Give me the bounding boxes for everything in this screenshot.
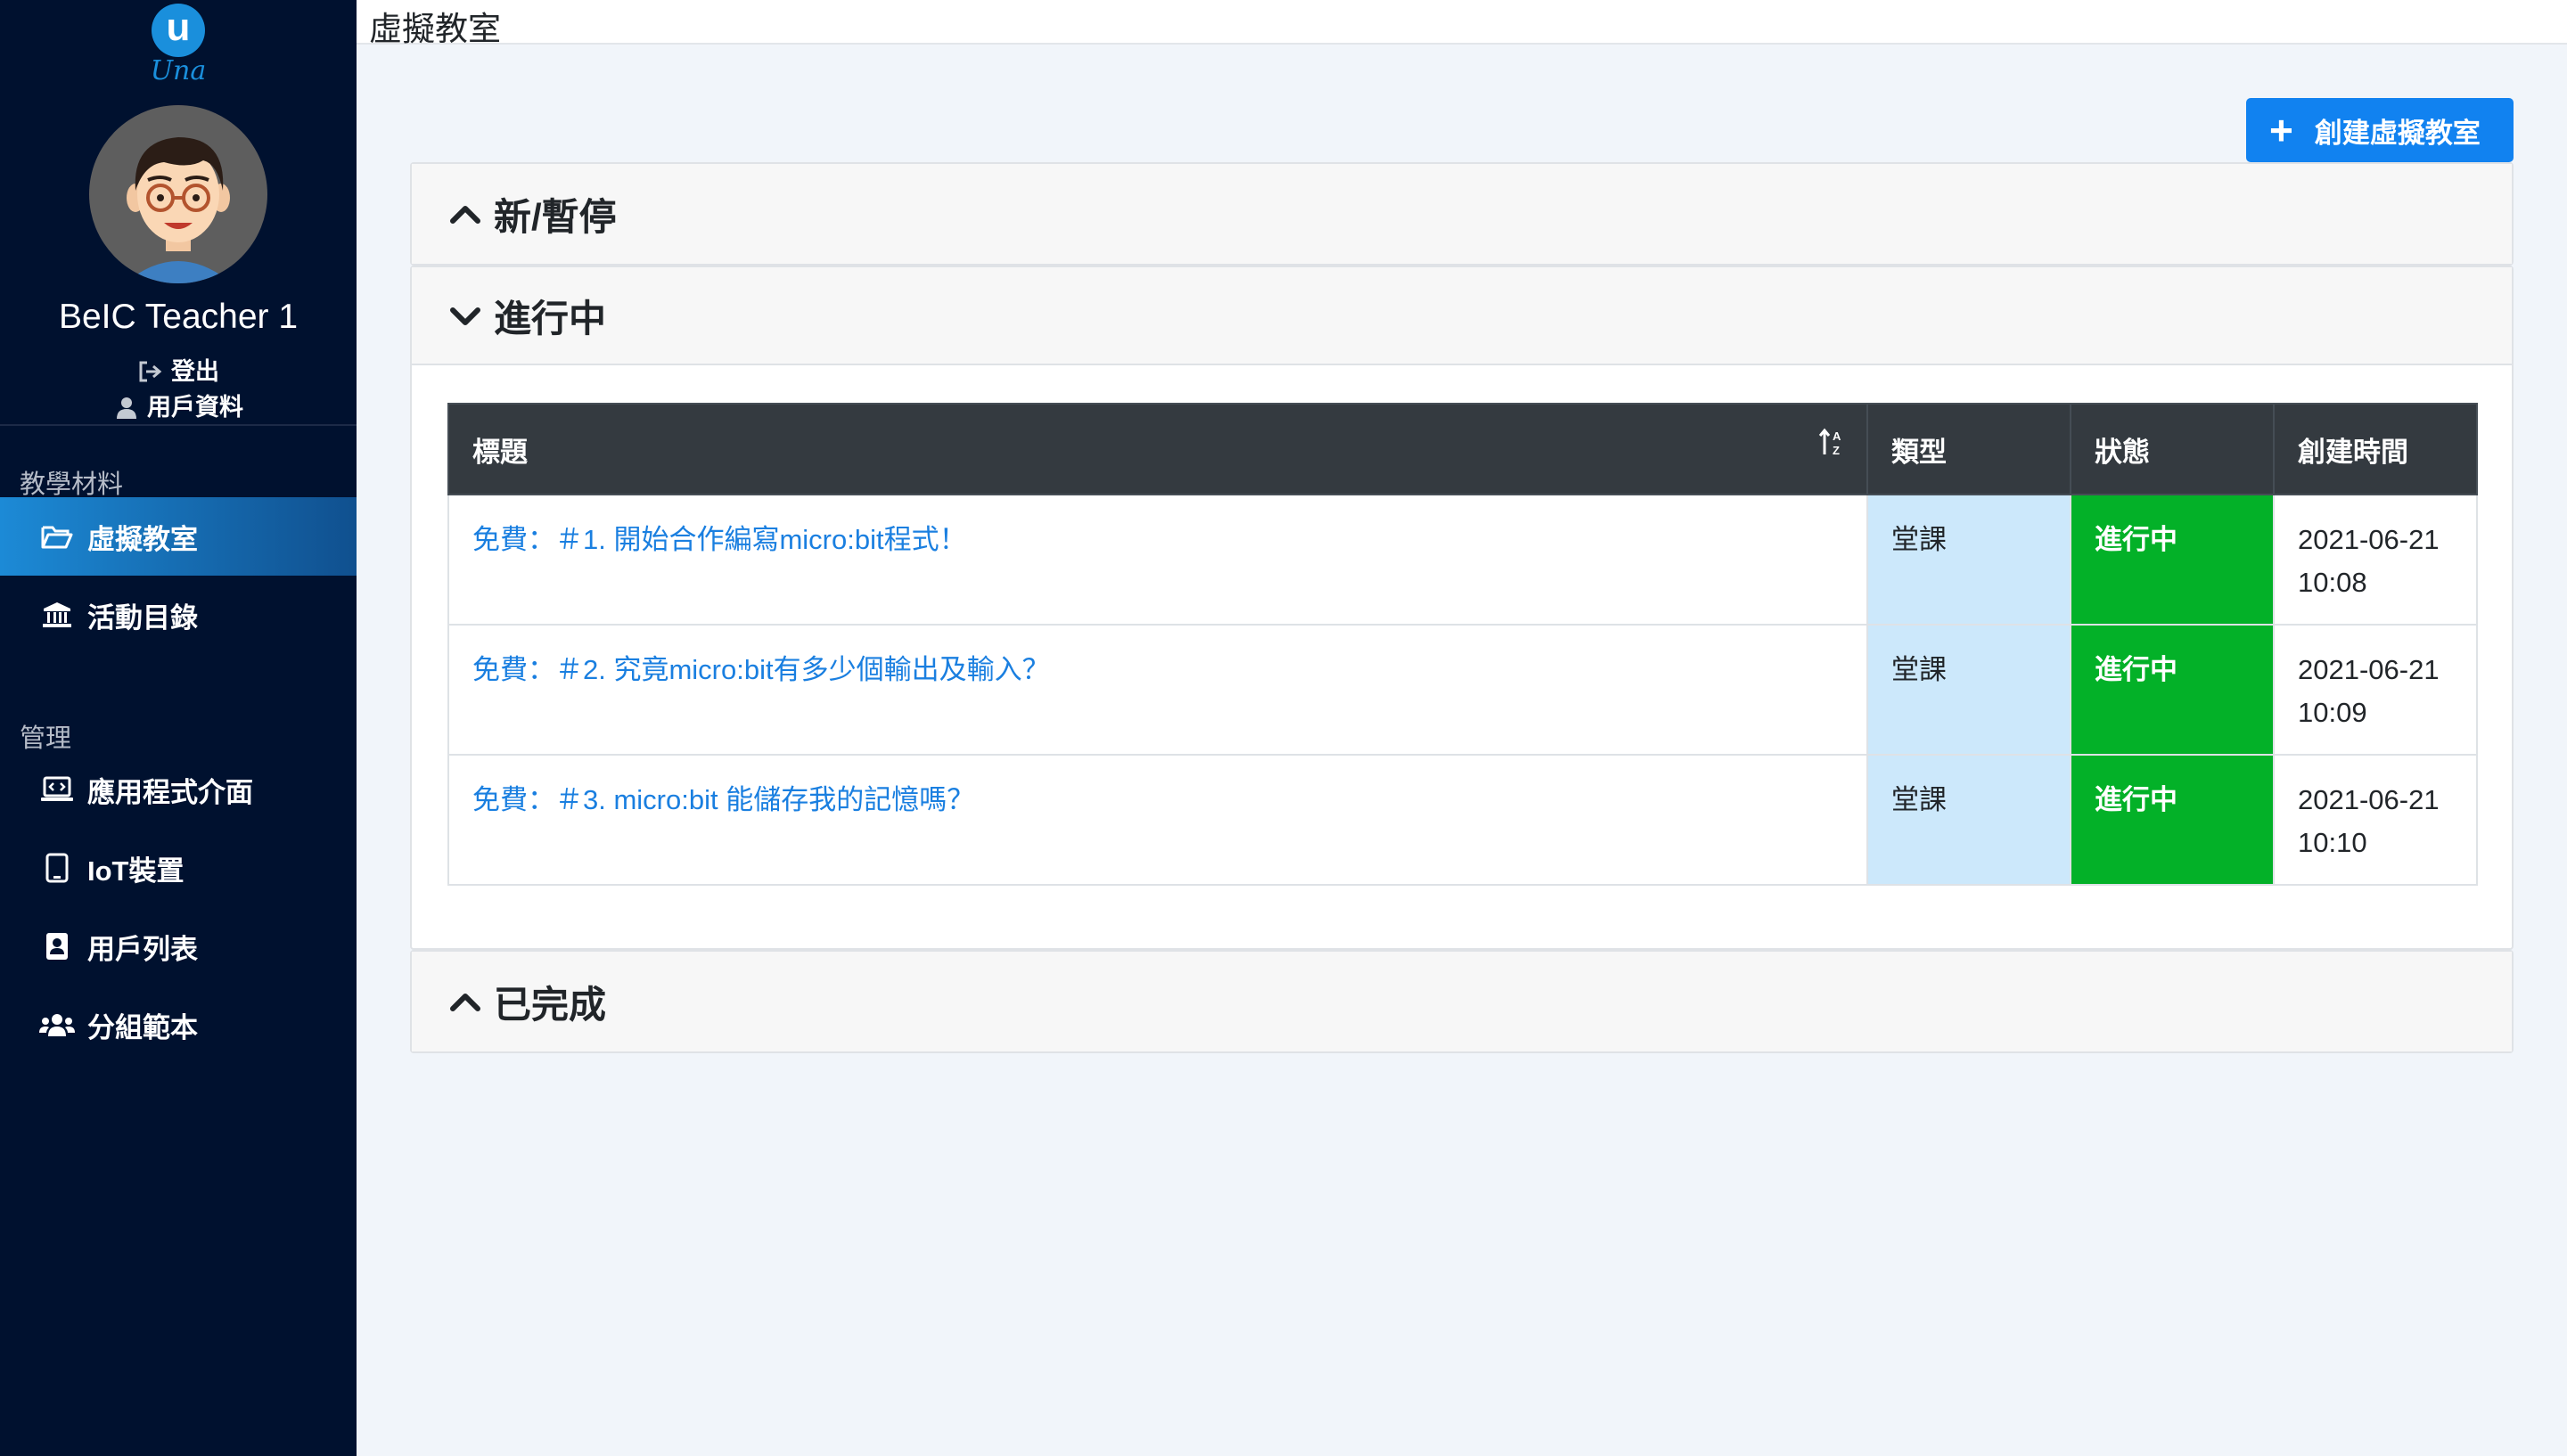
sidebar-item-iot-devices[interactable]: IoT裝置 <box>0 829 357 907</box>
chevron-down-icon <box>450 307 480 325</box>
classroom-table-wrapper: 標題 A Z 類型 狀態 創建時間 免費：＃1. 開始合作編寫micro:bit… <box>447 403 2478 886</box>
avatar <box>89 105 267 283</box>
panel-header-new-paused[interactable]: 新/暫停 <box>412 164 2512 264</box>
created-date: 2021-06-21 <box>2298 654 2440 685</box>
created-date: 2021-06-21 <box>2298 784 2440 815</box>
panel-completed: 已完成 <box>410 950 2514 1053</box>
sidebar-divider <box>0 424 357 426</box>
sidebar-section-management: 管理 <box>20 724 72 753</box>
create-virtual-classroom-button[interactable]: + 創建虛擬教室 <box>2246 98 2514 162</box>
svg-text:A: A <box>1833 429 1841 443</box>
sidebar-item-virtual-classroom[interactable]: 虛擬教室 <box>0 497 357 576</box>
table-row: 免費：＃2. 究竟micro:bit有多少個輸出及輸入？ 堂課 進行中 2021… <box>447 624 2478 756</box>
svg-text:Z: Z <box>1833 444 1840 457</box>
building-columns-icon <box>39 600 75 630</box>
chevron-up-icon <box>450 994 480 1011</box>
created-clock: 10:08 <box>2298 567 2367 598</box>
tablet-icon <box>39 853 75 883</box>
logout-label: 登出 <box>171 358 219 385</box>
sidebar-item-group-templates[interactable]: 分組範本 <box>0 986 357 1064</box>
status-badge: 進行中 <box>2070 494 2275 626</box>
sign-out-icon <box>137 360 164 383</box>
table-row: 免費：＃1. 開始合作編寫micro:bit程式！ 堂課 進行中 2021-06… <box>447 494 2478 626</box>
created-time: 2021-06-21 10:09 <box>2273 624 2478 756</box>
panel-title: 已完成 <box>494 983 607 1026</box>
create-button-label: 創建虛擬教室 <box>2314 117 2481 149</box>
address-book-icon <box>39 931 75 961</box>
profile-link[interactable]: 用戶資料 <box>0 388 357 422</box>
logo-mark: u <box>152 4 205 57</box>
profile-label: 用戶資料 <box>147 394 243 421</box>
classroom-title-link[interactable]: 免費：＃2. 究竟micro:bit有多少個輸出及輸入？ <box>447 624 1868 756</box>
column-header-created[interactable]: 創建時間 <box>2273 403 2478 495</box>
logo-text: Una <box>150 55 207 86</box>
panel-header-completed[interactable]: 已完成 <box>412 952 2512 1051</box>
page-title: 虛擬教室 <box>369 11 501 47</box>
plus-icon: + <box>2269 107 2293 153</box>
user-name: BeIC Teacher 1 <box>58 298 299 336</box>
classroom-type: 堂課 <box>1866 754 2071 886</box>
sidebar-item-label: 應用程式介面 <box>87 776 253 808</box>
user-tie-icon <box>113 396 140 419</box>
status-badge: 進行中 <box>2070 624 2275 756</box>
sidebar-item-label: 虛擬教室 <box>87 523 198 555</box>
created-date: 2021-06-21 <box>2298 524 2440 555</box>
panel-in-progress: 進行中 標題 A Z 類型 狀態 創建時間 免費：＃1. 開始合作編寫micro… <box>410 266 2514 950</box>
status-badge: 進行中 <box>2070 754 2275 886</box>
column-header-title[interactable]: 標題 A Z <box>447 403 1868 495</box>
created-clock: 10:09 <box>2298 697 2367 728</box>
classroom-title-link[interactable]: 免費：＃3. micro:bit 能儲存我的記憶嗎？ <box>447 754 1868 886</box>
created-clock: 10:10 <box>2298 827 2367 858</box>
users-icon <box>39 1010 75 1040</box>
folder-open-icon <box>39 521 75 552</box>
sidebar-item-label: 活動目錄 <box>87 601 198 634</box>
classroom-type: 堂課 <box>1866 624 2071 756</box>
sidebar: u Una BeIC Teacher 1 登出 用戶資料 教學材料 虛擬教室 活… <box>0 0 357 1456</box>
sidebar-item-label: IoT裝置 <box>87 855 185 887</box>
top-bar: 虛擬教室 <box>357 0 2567 47</box>
chevron-up-icon <box>450 206 480 224</box>
classroom-type: 堂課 <box>1866 494 2071 626</box>
panel-new-paused: 新/暫停 <box>410 162 2514 266</box>
sidebar-item-user-list[interactable]: 用戶列表 <box>0 907 357 986</box>
classroom-table: 標題 A Z 類型 狀態 創建時間 免費：＃1. 開始合作編寫micro:bit… <box>447 403 2478 886</box>
table-row: 免費：＃3. micro:bit 能儲存我的記憶嗎？ 堂課 進行中 2021-0… <box>447 754 2478 886</box>
sidebar-item-label: 分組範本 <box>87 1011 198 1043</box>
column-header-status[interactable]: 狀態 <box>2070 403 2275 495</box>
sort-alpha-icon[interactable]: A Z <box>1818 428 1845 458</box>
column-header-label: 標題 <box>472 436 528 468</box>
sidebar-section-teaching-materials: 教學材料 <box>20 470 124 499</box>
laptop-code-icon <box>39 774 75 805</box>
sidebar-item-activity-directory[interactable]: 活動目錄 <box>0 576 357 654</box>
sidebar-item-api[interactable]: 應用程式介面 <box>0 750 357 829</box>
panel-title: 新/暫停 <box>494 195 617 238</box>
created-time: 2021-06-21 10:10 <box>2273 754 2478 886</box>
una-logo[interactable]: u Una <box>143 4 214 86</box>
classroom-title-link[interactable]: 免費：＃1. 開始合作編寫micro:bit程式！ <box>447 494 1868 626</box>
logout-link[interactable]: 登出 <box>0 352 357 387</box>
sidebar-item-label: 用戶列表 <box>87 933 198 965</box>
column-header-type[interactable]: 類型 <box>1866 403 2071 495</box>
table-header-row: 標題 A Z 類型 狀態 創建時間 <box>447 403 2478 495</box>
created-time: 2021-06-21 10:08 <box>2273 494 2478 626</box>
panel-title: 進行中 <box>494 297 607 339</box>
panel-header-in-progress[interactable]: 進行中 <box>412 267 2512 365</box>
